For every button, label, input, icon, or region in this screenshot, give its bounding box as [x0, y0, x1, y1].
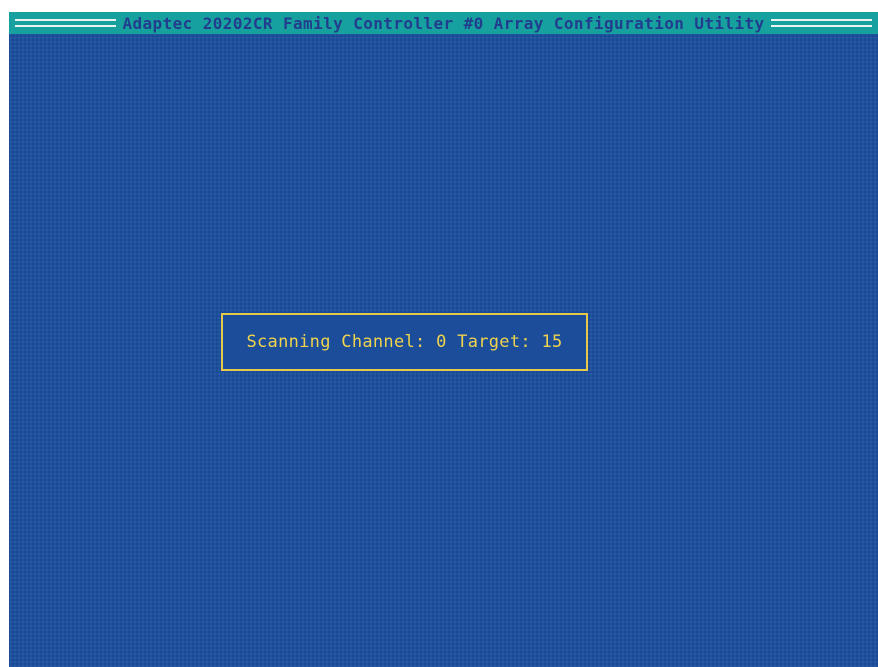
title-bar: Adaptec 20202CR Family Controller #0 Arr… [9, 12, 878, 34]
window-title: Adaptec 20202CR Family Controller #0 Arr… [122, 13, 765, 33]
bios-utility-screen: Adaptec 20202CR Family Controller #0 Arr… [9, 12, 878, 667]
scan-status-message: Scanning Channel: 0 Target: 15 [246, 332, 563, 352]
title-rule-left [15, 19, 117, 27]
title-rule-right [770, 19, 873, 27]
scan-status-dialog: Scanning Channel: 0 Target: 15 [221, 313, 588, 371]
screenshot: Adaptec 20202CR Family Controller #0 Arr… [0, 0, 878, 667]
